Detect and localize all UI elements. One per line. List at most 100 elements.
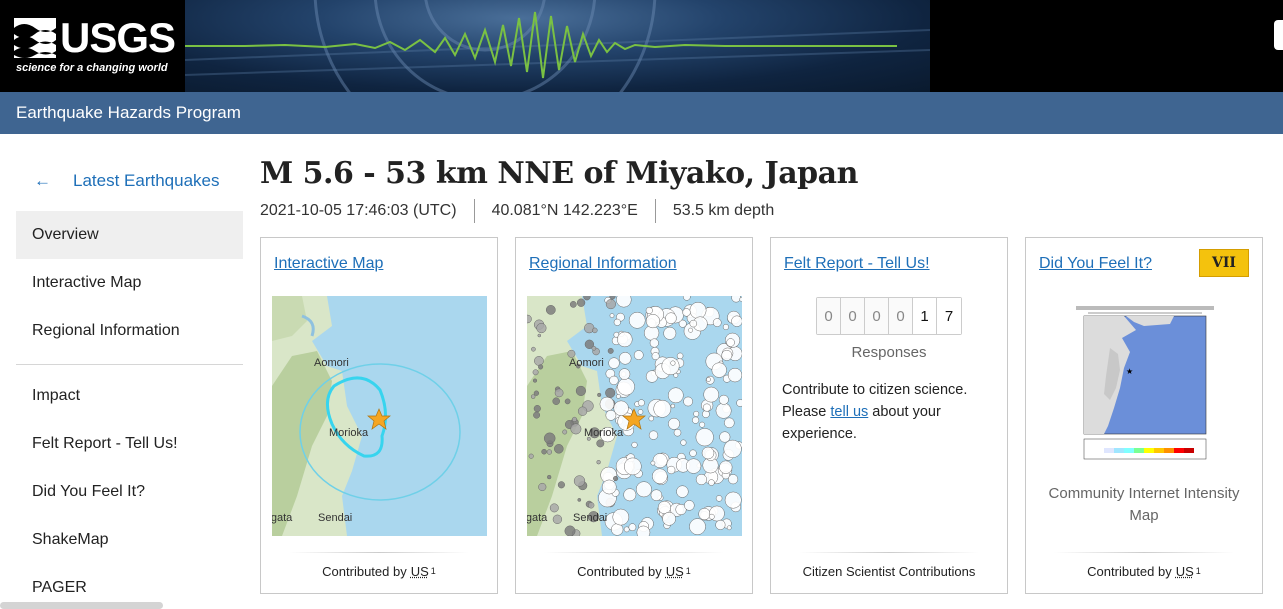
seismicity-dot [724, 491, 742, 509]
seismicity-dot [684, 500, 695, 511]
contributor-footnote: 1 [685, 566, 691, 576]
seismicity-dot [680, 439, 687, 446]
seismicity-dot [552, 514, 563, 524]
contributor-footnote: 1 [1195, 566, 1201, 576]
seismicity-dot [575, 385, 586, 396]
seismicity-dot [547, 474, 552, 480]
seismicity-dot [530, 394, 536, 399]
map-label-city: Aomori [569, 357, 604, 369]
counter-digit: 0 [817, 298, 841, 334]
corner-tab[interactable] [1274, 20, 1283, 50]
seismicity-dot [727, 367, 742, 383]
sidebar-item-overview[interactable]: Overview [16, 211, 243, 259]
regional-seismicity-thumbnail[interactable]: Aomori Morioka Sendai Niigata [527, 296, 742, 536]
seismicity-dot [708, 479, 715, 486]
citizen-scientist-footer: Citizen Scientist Contributions [802, 563, 976, 579]
map-label-city: Niigata [527, 512, 548, 524]
seismicity-dot [534, 356, 544, 366]
seismicity-dot [609, 296, 616, 300]
seismicity-dot [562, 429, 568, 435]
contributor-abbr[interactable]: US [411, 564, 429, 579]
sidebar-item-did-you-feel-it[interactable]: Did You Feel It? [16, 468, 243, 516]
contributor-abbr[interactable]: US [666, 564, 684, 579]
seismicity-dot [592, 327, 598, 334]
did-you-feel-it-card: Did You Feel It? VII ★ Community Interne… [1025, 237, 1263, 594]
event-meta: 2021-10-05 17:46:03 (UTC) 40.081°N 142.2… [260, 199, 774, 223]
latest-earthquakes-link[interactable]: ← Latest Earthquakes [34, 171, 219, 191]
intensity-badge: VII [1199, 249, 1249, 277]
tell-us-link[interactable]: tell us [830, 404, 868, 420]
map-label-city: Niigata [272, 512, 293, 524]
seismicity-dot [721, 349, 733, 361]
seismicity-dot [552, 397, 560, 405]
seismicity-dot [682, 308, 691, 317]
seismicity-dot [564, 398, 571, 405]
seismicity-dot [612, 508, 630, 526]
seismicity-dot [676, 485, 689, 498]
seismicity-dot [689, 301, 707, 319]
intensity-map-thumbnail[interactable]: ★ [1064, 296, 1226, 468]
seismogram-icon [185, 0, 930, 92]
felt-report-link[interactable]: Felt Report - Tell Us! [784, 255, 930, 273]
seismicity-dot [719, 431, 731, 443]
seismicity-dot [689, 449, 697, 457]
seismicity-dot [609, 375, 619, 386]
seismicity-dot [596, 460, 601, 465]
seismogram-banner [185, 0, 930, 92]
event-time: 2021-10-05 17:46:03 (UTC) [260, 202, 457, 219]
seismicity-dot [648, 430, 659, 440]
seismicity-dot [731, 315, 742, 327]
seismicity-dot [543, 432, 556, 445]
counter-digit: 0 [841, 298, 865, 334]
seismicity-dot [557, 481, 565, 489]
program-title[interactable]: Earthquake Hazards Program [16, 103, 241, 123]
interactive-map-link[interactable]: Interactive Map [274, 255, 383, 273]
usgs-logo[interactable]: USGS science for a changing world [14, 14, 176, 80]
seismicity-dot [649, 338, 659, 348]
counter-digit: 7 [937, 298, 961, 334]
seismicity-dot [546, 449, 553, 455]
seismicity-dot [628, 311, 646, 329]
horizontal-scrollbar[interactable] [0, 602, 163, 609]
seismicity-dot [533, 390, 540, 396]
seismicity-dot [633, 350, 644, 360]
seismicity-dot [617, 331, 633, 348]
interactive-map-thumbnail[interactable]: Aomori Morioka Sendai Niigata [272, 296, 487, 536]
sidebar-item-interactive-map[interactable]: Interactive Map [16, 259, 243, 307]
seismicity-dot [728, 474, 739, 485]
seismicity-dot [628, 523, 637, 532]
seismicity-dot [673, 428, 682, 437]
seismicity-dot [601, 479, 617, 495]
seismicity-dot [723, 439, 742, 458]
seismicity-dot [698, 507, 711, 521]
map-label-city: Morioka [584, 427, 624, 439]
did-you-feel-it-link[interactable]: Did You Feel It? [1039, 255, 1152, 273]
program-bar: Earthquake Hazards Program [0, 92, 1283, 134]
seismicity-dot [648, 415, 655, 422]
contributed-by: Contributed by US 1 [261, 549, 497, 593]
seismicity-dot [607, 347, 614, 354]
seismicity-dot [577, 498, 582, 502]
seismicity-dot [650, 489, 663, 501]
sidebar-item-regional-information[interactable]: Regional Information [16, 307, 243, 355]
meta-separator [473, 199, 475, 223]
contributor-abbr[interactable]: US [1176, 564, 1194, 579]
seismicity-dot [564, 525, 576, 536]
seismicity-dot [652, 468, 668, 484]
seismicity-dot [537, 333, 542, 338]
regional-information-link[interactable]: Regional Information [529, 255, 677, 273]
seismicity-dot [531, 346, 536, 352]
latest-earthquakes-label: Latest Earthquakes [73, 171, 220, 190]
sidebar-item-shakemap[interactable]: ShakeMap [16, 516, 243, 564]
seismicity-dot [670, 360, 676, 366]
seismicity-dot [650, 460, 656, 466]
sidebar-item-felt-report[interactable]: Felt Report - Tell Us! [16, 420, 243, 468]
counter-digit: 0 [889, 298, 913, 334]
seismicity-dot [719, 460, 733, 474]
seismicity-dot [588, 502, 595, 509]
seismicity-dot [576, 298, 586, 307]
seismicity-dot [722, 323, 729, 331]
sidebar-item-impact[interactable]: Impact [16, 372, 243, 420]
seismicity-dot [645, 306, 653, 315]
seismicity-dot [545, 305, 556, 315]
